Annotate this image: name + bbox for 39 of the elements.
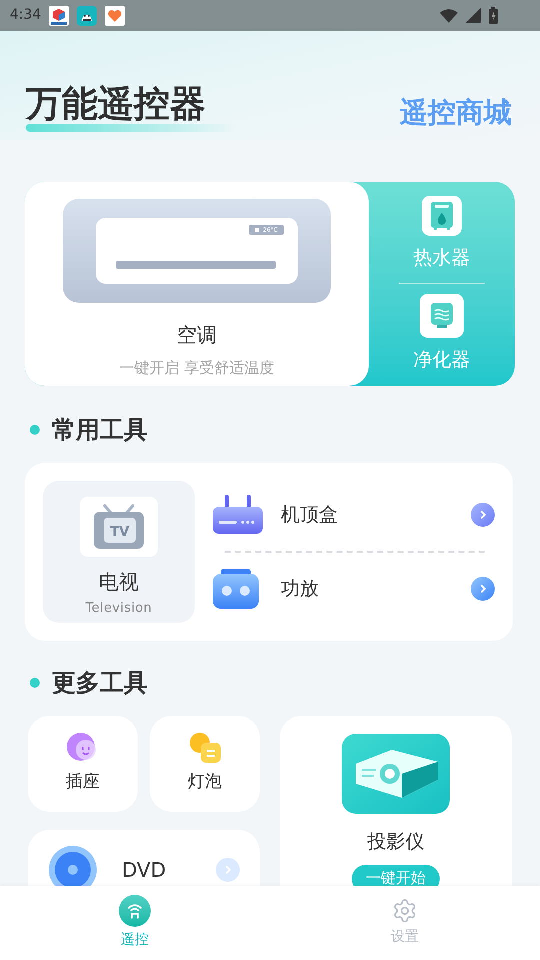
app-notification-icon [49, 6, 70, 26]
app-notification-icon [105, 6, 126, 26]
section-title: 常用工具 [52, 415, 148, 446]
device-label: DVD [122, 857, 168, 884]
tv-title: 电视 [99, 569, 139, 596]
device-label: 净化器 [414, 348, 470, 372]
battery-icon [489, 7, 498, 24]
router-icon [213, 495, 263, 535]
projector-label: 投影仪 [368, 830, 424, 855]
device-row[interactable]: 机顶盒 [213, 489, 495, 541]
tv-tile[interactable]: TV 电视 Television [43, 481, 195, 623]
chevron-icon[interactable] [471, 577, 495, 601]
wifi-icon [440, 8, 458, 22]
water-heater-icon [422, 196, 462, 236]
device-row[interactable]: 功放 [213, 563, 495, 615]
app-title: 万能遥控器 [26, 87, 207, 123]
device-tile[interactable]: 插座 [28, 716, 138, 812]
air-purifier-icon [420, 294, 464, 338]
remote-icon [119, 895, 151, 927]
dvd-card[interactable]: DVD [28, 830, 260, 886]
signal-icon [466, 8, 481, 23]
settings-icon [392, 898, 418, 924]
chevron-icon[interactable] [471, 503, 495, 527]
clock: 4:34 [10, 6, 42, 25]
device-label: 机顶盒 [281, 502, 339, 528]
air-conditioner-title: 空调 [177, 322, 217, 349]
tv-subtitle: Television [86, 600, 152, 618]
device-tile[interactable]: 灯泡 [150, 716, 260, 812]
device-label: 热水器 [414, 246, 470, 271]
projector-card[interactable]: 投影仪 一键开始 [280, 716, 512, 886]
app-notification-icon [77, 6, 98, 26]
speaker-icon [213, 569, 259, 609]
device-label: 功放 [281, 576, 320, 602]
section-title: 更多工具 [52, 668, 148, 699]
device-label: 插座 [66, 771, 100, 794]
projector-icon [342, 734, 450, 814]
air-conditioner-subtitle: 一键开启 享受舒适温度 [120, 358, 274, 379]
device-label: 灯泡 [188, 771, 222, 794]
lightbulb-icon [188, 732, 222, 764]
